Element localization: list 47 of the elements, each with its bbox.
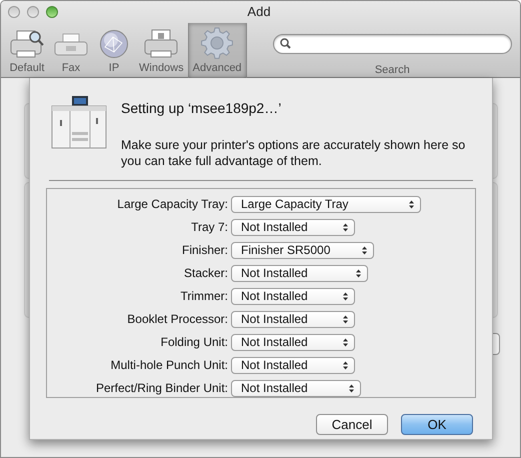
minimize-button[interactable]	[27, 6, 39, 18]
toolbar-tab[interactable]: Fax	[49, 23, 93, 78]
option-label: Stacker:	[182, 265, 229, 282]
option-label: Booklet Processor:	[126, 311, 229, 328]
popup-menu[interactable]: Not Installed	[231, 264, 368, 282]
option-label: Large Capacity Tray:	[116, 196, 229, 213]
search-label: Search	[374, 62, 410, 78]
option-label: Folding Unit:	[160, 334, 229, 351]
zoom-button[interactable]	[46, 6, 58, 18]
option-label: Trimmer:	[179, 288, 229, 305]
printer-icon	[143, 29, 180, 59]
ok-button[interactable]: OK	[401, 414, 473, 435]
search-field[interactable]	[272, 34, 512, 54]
popup-menu[interactable]: Not Installed	[231, 310, 355, 328]
toolbar-tab[interactable]: Default	[5, 23, 49, 78]
stepper-arrows-icon	[343, 314, 348, 324]
popup-menu[interactable]: Not Installed	[231, 356, 355, 374]
search-icon	[280, 38, 291, 50]
globe-icon	[99, 29, 129, 59]
toolbar-tab[interactable]: IP	[93, 23, 135, 78]
popup-menu[interactable]: Large Capacity Tray	[231, 196, 421, 212]
toolbar-tab[interactable]: Windows	[135, 23, 188, 78]
stepper-arrows-icon	[409, 200, 414, 208]
stepper-arrows-icon	[343, 360, 348, 370]
stepper-arrows-icon	[343, 292, 348, 300]
sheet-title: Setting up ‘msee189p2…’	[121, 99, 282, 118]
stepper-arrows-icon	[356, 268, 361, 278]
stepper-arrows-icon	[362, 246, 367, 254]
window-title: Add	[247, 3, 271, 22]
cancel-button[interactable]: Cancel	[316, 414, 388, 435]
option-label: Finisher:	[180, 242, 229, 259]
option-label: Multi-hole Punch Unit:	[110, 357, 229, 374]
printer-icon	[9, 29, 45, 59]
popup-menu[interactable]: Not Installed	[231, 288, 355, 304]
popup-menu[interactable]: Finisher SR5000	[231, 242, 374, 258]
sheet-message: Make sure your printer's options are accurately shown here so you can take full advantage of them.	[121, 137, 466, 169]
close-button[interactable]	[8, 6, 20, 18]
popup-menu[interactable]: Not Installed	[231, 218, 355, 236]
stepper-arrows-icon	[343, 222, 348, 232]
popup-menu[interactable]: Not Installed	[231, 334, 355, 350]
toolbar-tab[interactable]: Advanced	[188, 23, 247, 78]
stepper-arrows-icon	[349, 384, 354, 392]
popup-menu[interactable]: Not Installed	[231, 380, 361, 396]
option-label: Perfect/Ring Binder Unit:	[94, 380, 229, 397]
option-label: Tray 7:	[190, 219, 229, 236]
stepper-arrows-icon	[343, 338, 348, 346]
gear-icon	[201, 27, 234, 59]
